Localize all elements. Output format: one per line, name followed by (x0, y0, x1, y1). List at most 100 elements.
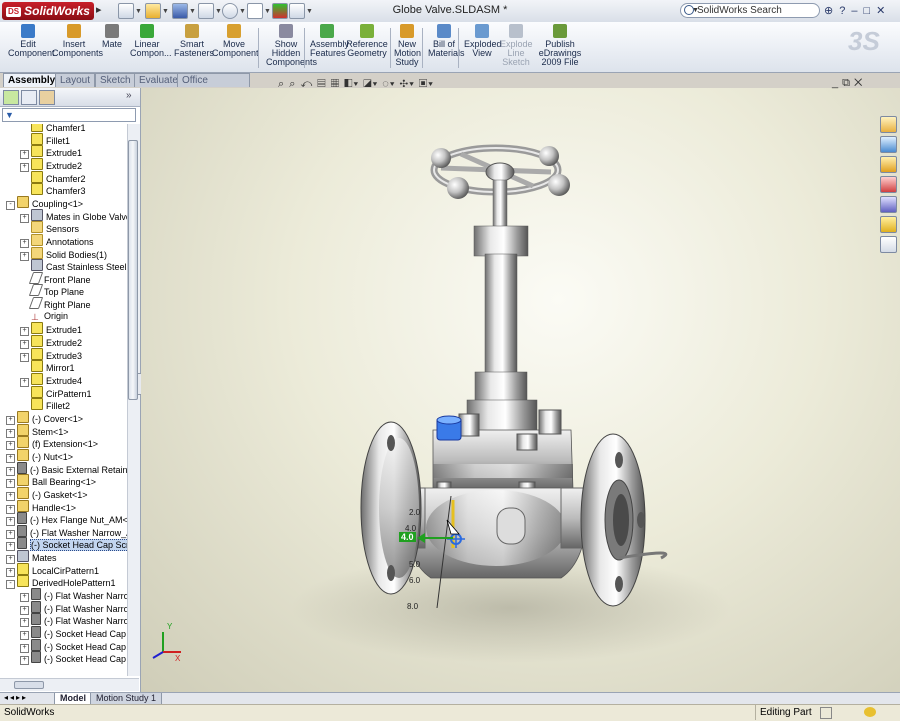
dynamic-annotation-icon[interactable]: ▦ (331, 78, 340, 90)
tab-sketch[interactable]: Sketch (95, 73, 136, 87)
tree-item[interactable]: Top Plane (20, 284, 84, 297)
tree-item[interactable]: + (-) Nut<1> (6, 448, 73, 463)
tree-item[interactable]: + Mates in Globe Valve (20, 208, 127, 223)
file-explorer-icon[interactable] (880, 156, 897, 173)
linear-component-button[interactable]: Linear Compon... (130, 24, 172, 58)
tab-assembly[interactable]: Assembly (3, 73, 61, 87)
property-manager-tab-icon[interactable] (21, 90, 37, 105)
window-min-icon[interactable]: – (851, 5, 863, 17)
tree-item[interactable]: +(-) Flat Washer Narrow_ (20, 588, 127, 603)
tree-item[interactable]: - DerivedHolePattern1 (6, 575, 116, 590)
tree-item[interactable]: + Solid Bodies(1) (20, 246, 107, 261)
reference-geometry-button[interactable]: Reference Geometry (346, 24, 388, 58)
viewport-close-icon[interactable]: ✕ (854, 77, 866, 89)
section-view-icon[interactable]: ▤ (317, 78, 326, 90)
chevron-right-icon[interactable]: » (126, 90, 132, 101)
hide-show-items-icon[interactable]: ◌▾ (382, 78, 395, 90)
undo-button[interactable]: ▼ (222, 3, 246, 19)
configuration-tab-icon[interactable] (39, 90, 55, 105)
tree-item[interactable]: + Mates (6, 550, 57, 565)
tree-item[interactable]: Cast Stainless Steel (20, 259, 127, 272)
status-rebuild-icon[interactable] (864, 707, 876, 717)
collapse-icon[interactable]: - (6, 200, 15, 210)
tab-evaluate[interactable]: Evaluate (134, 73, 183, 87)
custom-properties-icon[interactable] (880, 236, 897, 253)
exploded-view-button[interactable]: Exploded View (464, 24, 502, 58)
tree-item[interactable]: + (f) Extension<1> (6, 436, 98, 451)
tree-hscroll-thumb[interactable] (14, 681, 44, 689)
new-document-button[interactable]: ▼ (118, 3, 142, 19)
new-motion-study-button[interactable]: New Motion Study (394, 24, 421, 67)
edit-component-button[interactable]: Edit Component (8, 24, 55, 58)
tree-item[interactable]: +(-) Flat Washer Narrow_AM (6, 524, 127, 539)
bill-of-materials-button[interactable]: Bill of Materials (428, 24, 465, 58)
tree-item[interactable]: + Handle<1> (6, 499, 76, 514)
search-go-icon[interactable]: ⊕ (824, 5, 839, 17)
zoom-to-fit-icon[interactable]: ⌕ (278, 78, 285, 90)
tree-item[interactable]: + Stem<1> (6, 423, 69, 438)
search-input[interactable]: ▼ SolidWorks Search (680, 3, 820, 18)
publish-edrawings-button[interactable]: Publish eDrawings 2009 File (538, 24, 582, 67)
search-dropdown-icon[interactable]: ▼ (692, 4, 699, 17)
tree-item[interactable]: - Coupling<1> (6, 195, 83, 210)
display-style-icon[interactable]: ◪▾ (363, 78, 378, 90)
tree-item[interactable]: +(-) Socket Head Cap Screw_ (6, 537, 127, 552)
search-results-icon[interactable] (880, 176, 897, 193)
open-button[interactable]: ▼ (145, 3, 169, 19)
smart-fasteners-button[interactable]: Smart Fasteners (174, 24, 214, 58)
save-button[interactable]: ▼ (172, 3, 196, 19)
edit-appearance-icon[interactable]: ✣▾ (400, 78, 415, 90)
print-button[interactable]: ▼ (198, 3, 222, 19)
tree-item[interactable]: Right Plane (20, 297, 91, 310)
design-library-icon[interactable] (880, 136, 897, 153)
assembly-features-button[interactable]: Assembly Features (310, 24, 349, 58)
tree-item[interactable]: Chamfer3 (20, 183, 86, 196)
feature-tree-tab-icon[interactable] (3, 90, 19, 105)
tree-item[interactable]: Fillet1 (20, 132, 70, 146)
tree-item[interactable]: Mirror1 (20, 360, 75, 373)
tree-item[interactable]: CirPattern1 (20, 385, 92, 399)
tree-item[interactable]: Chamfer2 (20, 170, 86, 184)
tree-item[interactable]: + (-) Socket Head Cap Scr (20, 651, 127, 666)
collapse-icon[interactable]: - (6, 580, 15, 590)
tree-item[interactable]: + (-) Cover<1> (6, 410, 83, 425)
tree-item[interactable]: ⊥ Origin (20, 310, 68, 322)
tree-item[interactable]: + (-) Gasket<1> (6, 486, 88, 501)
viewport-minimize-icon[interactable]: _ (832, 77, 842, 89)
tree-item[interactable]: + Extrude1 (20, 322, 82, 337)
tab-layout[interactable]: Layout (55, 73, 96, 87)
tree-item[interactable]: Sensors (20, 221, 79, 234)
select-button[interactable]: ▼ (247, 3, 271, 19)
tree-item[interactable]: +(-) Flat Washer Narrow_ (20, 600, 127, 615)
tree-item[interactable]: + Extrude2 (20, 157, 82, 172)
window-close-icon[interactable]: ✕ (876, 5, 891, 17)
tree-item[interactable]: + Annotations (20, 233, 94, 248)
zoom-to-area-icon[interactable]: ⌕ (289, 78, 296, 90)
previous-view-icon[interactable]: ↶ (300, 78, 313, 90)
mate-button[interactable]: Mate (100, 24, 124, 49)
tree-item[interactable]: +(-) Basic External Retaining R (6, 461, 127, 476)
expand-icon[interactable]: + (20, 656, 29, 666)
tab-office-products[interactable]: Office Products (177, 73, 250, 99)
tree-item[interactable]: + Extrude4 (20, 373, 82, 387)
tree-filter-input[interactable]: ▼ (2, 108, 136, 122)
tree-item[interactable]: + Extrude2 (20, 335, 82, 350)
insert-components-button[interactable]: Insert Components (52, 24, 103, 58)
status-quickview-icon[interactable] (820, 707, 832, 719)
tree-item[interactable]: + Ball Bearing<1> (6, 474, 96, 489)
tree-item[interactable]: +(-) Hex Flange Nut_AM<3> (6, 512, 127, 527)
tree-item[interactable]: + Extrude3 (20, 347, 82, 362)
rebuild-button[interactable] (272, 3, 288, 19)
solidworks-logo[interactable]: DS SolidWorks (2, 2, 94, 20)
help-question-icon[interactable]: ? (839, 5, 851, 17)
tree-horizontal-scrollbar[interactable] (0, 678, 139, 691)
tree-scroll-thumb[interactable] (128, 140, 138, 400)
move-component-button[interactable]: Move Component (212, 24, 259, 58)
options-button[interactable]: ▼ (289, 3, 313, 19)
tree-item[interactable]: Fillet2 (20, 398, 70, 411)
appearances-icon[interactable] (880, 216, 897, 233)
window-max-icon[interactable]: □ (863, 5, 876, 17)
tree-item[interactable]: + Extrude1 (20, 145, 82, 160)
tree-item[interactable]: +(-) Flat Washer Narrow_ (20, 613, 127, 628)
viewport-restore-icon[interactable]: ⧉ (842, 77, 854, 89)
